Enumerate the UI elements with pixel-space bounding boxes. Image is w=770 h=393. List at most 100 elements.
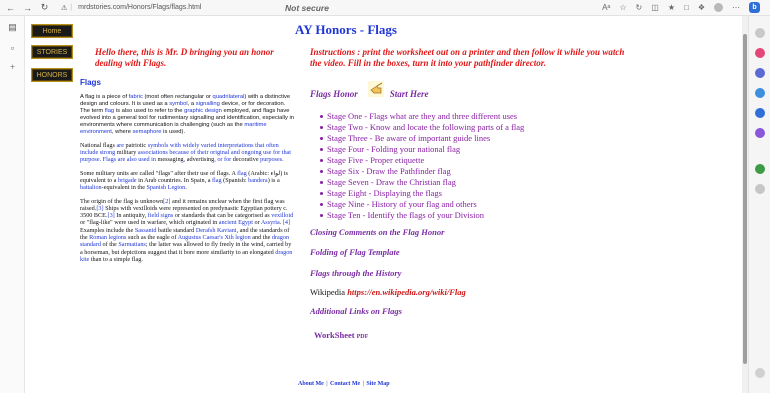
article-link[interactable]: flag <box>105 108 114 114</box>
read-aloud-icon[interactable]: Aᵃ <box>602 3 610 12</box>
refresh-icon[interactable]: ↻ <box>38 1 51 14</box>
worksheet-label[interactable]: WorkSheet <box>314 330 355 340</box>
article-link[interactable]: flag <box>212 177 222 184</box>
scrollbar-thumb[interactable] <box>743 34 747 364</box>
tab-actions-icon[interactable]: ▤ <box>7 22 18 33</box>
split-screen-icon[interactable]: ◫ <box>651 3 659 12</box>
avatar[interactable] <box>714 3 723 12</box>
wikipedia-line: Wikipedia https://en.wikipedia.org/wiki/… <box>310 287 466 297</box>
url-text[interactable]: mrdstories.com/Honors/Flags/flags.html <box>78 4 201 11</box>
article-text: , a <box>187 101 196 108</box>
article-link[interactable]: ancient Egypt <box>219 219 253 226</box>
article-link[interactable]: battalion <box>80 184 102 191</box>
article-link[interactable]: graphic design <box>184 108 222 114</box>
url-status: Not secure <box>285 2 329 13</box>
article-text: . <box>185 184 187 192</box>
stage-item-9[interactable]: Stage Nine - History of your flag and ot… <box>320 199 657 210</box>
article-text: -equivalent in the <box>101 184 147 192</box>
article-text: battle standard <box>156 226 196 234</box>
article-text: messaging <box>157 156 184 164</box>
stage-item-4[interactable]: Stage Four - Folding your national flag <box>320 144 657 155</box>
article-link[interactable]: purposes. <box>259 156 284 163</box>
stage-item-6[interactable]: Stage Six - Draw the Pathfinder flag <box>320 166 657 177</box>
home-button[interactable]: Home <box>31 24 73 38</box>
tab-icon[interactable]: ▫ <box>7 42 18 53</box>
forward-icon[interactable]: → <box>21 1 34 14</box>
more-icon[interactable]: ⋯ <box>732 3 740 12</box>
additional-links-link[interactable]: Additional Links on Flags <box>310 306 402 316</box>
wikipedia-link[interactable]: https://en.wikipedia.org/wiki/Flag <box>347 287 466 297</box>
article-link[interactable]: [4] <box>283 219 290 226</box>
flag-history-link[interactable]: Flags through the History <box>310 268 401 278</box>
article-link[interactable]: field signs <box>148 212 174 219</box>
tree-icon[interactable] <box>755 164 765 174</box>
stage-item-5[interactable]: Stage Five - Proper etiquette <box>320 155 657 166</box>
stories-button[interactable]: STORIES <box>31 45 73 59</box>
article-text: or standards that can be categorised as <box>173 212 272 220</box>
article-link[interactable]: Sassanid <box>135 227 157 234</box>
shopping-icon[interactable] <box>755 48 765 58</box>
stage-item-2[interactable]: Stage Two - Know and locate the followin… <box>320 122 657 133</box>
contact-me-link[interactable]: Contact Me <box>330 381 360 387</box>
article-link[interactable]: Augustus Caesar's Xth legion <box>178 234 251 241</box>
new-tab-icon[interactable]: + <box>7 61 18 72</box>
article-link[interactable]: [3] <box>96 205 103 212</box>
pdf-label[interactable]: PDF <box>357 334 369 340</box>
paragraph-origin: The origin of the flag is unknown[2] and… <box>80 198 295 264</box>
stage-item-1[interactable]: Stage One - Flags what are they and thre… <box>320 111 657 122</box>
article-link[interactable]: Assyria <box>261 219 280 226</box>
wikipedia-label: Wikipedia <box>310 287 346 297</box>
favorite-icon[interactable]: ☆ <box>619 3 626 12</box>
back-icon[interactable]: ← <box>4 1 17 14</box>
search-icon[interactable] <box>755 28 765 38</box>
article-link[interactable]: symbol <box>169 101 187 107</box>
pointing-hand-icon <box>367 81 384 97</box>
article-link[interactable]: Spanish Legion <box>147 184 186 191</box>
extensions-icon[interactable]: ❖ <box>698 3 705 12</box>
article-link[interactable]: , or for <box>214 156 233 163</box>
flags-honor-link[interactable]: Flags Honor <box>310 89 358 99</box>
add-sidebar-icon[interactable] <box>755 184 765 194</box>
closing-comments-link[interactable]: Closing Comments on the Flag Honor <box>310 227 444 237</box>
article-text: ) is a <box>267 176 280 184</box>
refresh-page-icon[interactable]: ↻ <box>636 3 643 12</box>
article-link[interactable]: flag <box>237 170 247 177</box>
games-icon[interactable] <box>755 128 765 138</box>
favorites-icon[interactable]: ★ <box>668 3 675 12</box>
article-text: The origin of the flag is unknown <box>80 197 164 205</box>
article-link[interactable]: Derafsh Kaviani <box>196 227 237 234</box>
article-link[interactable]: Roman legions <box>89 234 126 241</box>
paragraph-definition: A flag is a piece of fabric (most often … <box>80 94 295 135</box>
copilot-icon[interactable]: b <box>749 2 760 13</box>
article-link[interactable]: brigade <box>118 177 137 184</box>
article-link[interactable]: fabric <box>129 94 143 100</box>
article-text: advertising <box>186 156 215 164</box>
url-separator: | <box>70 4 73 11</box>
article-link[interactable]: bandera <box>248 177 268 184</box>
article-link[interactable]: quadrilateral <box>212 94 244 100</box>
address-bar[interactable]: ⚠ Not secure | mrdstories.com/Honors/Fla… <box>61 3 329 13</box>
stage-item-8[interactable]: Stage Eight - Displaying the flags <box>320 188 657 199</box>
tools-icon[interactable] <box>755 68 765 78</box>
collections-icon[interactable]: □ <box>684 3 689 12</box>
article-link[interactable]: [3] <box>108 212 115 219</box>
outlook-icon[interactable] <box>755 108 765 118</box>
about-me-link[interactable]: About Me <box>298 381 324 387</box>
folding-template-link[interactable]: Folding of Flag Template <box>310 247 400 257</box>
web-page: Home STORIES HONORS AY Honors - Flags He… <box>25 16 742 393</box>
stage-item-7[interactable]: Stage Seven - Draw the Christian flag <box>320 177 657 188</box>
article-link[interactable]: semaphore <box>133 129 162 135</box>
honors-button[interactable]: HONORS <box>31 68 73 82</box>
worksheet-link[interactable]: WorkSheet PDF <box>314 330 368 340</box>
start-here-link[interactable]: Start Here <box>390 89 429 99</box>
stage-item-10[interactable]: Stage Ten - Identify the flags of your D… <box>320 210 657 221</box>
toolbar-actions: Aᵃ ☆ ↻ ◫ ★ □ ❖ ⋯ b <box>602 2 760 13</box>
site-map-link[interactable]: Site Map <box>366 381 389 387</box>
sidebar-settings-icon[interactable] <box>755 368 765 378</box>
article-link[interactable]: Sarmatians <box>118 241 146 248</box>
office-icon[interactable] <box>755 88 765 98</box>
article-link[interactable]: vexilloid <box>271 212 293 219</box>
article-link[interactable]: are <box>115 142 126 149</box>
article-link[interactable]: signalling <box>196 101 220 107</box>
stage-item-3[interactable]: Stage Three - Be aware of important guid… <box>320 133 657 144</box>
